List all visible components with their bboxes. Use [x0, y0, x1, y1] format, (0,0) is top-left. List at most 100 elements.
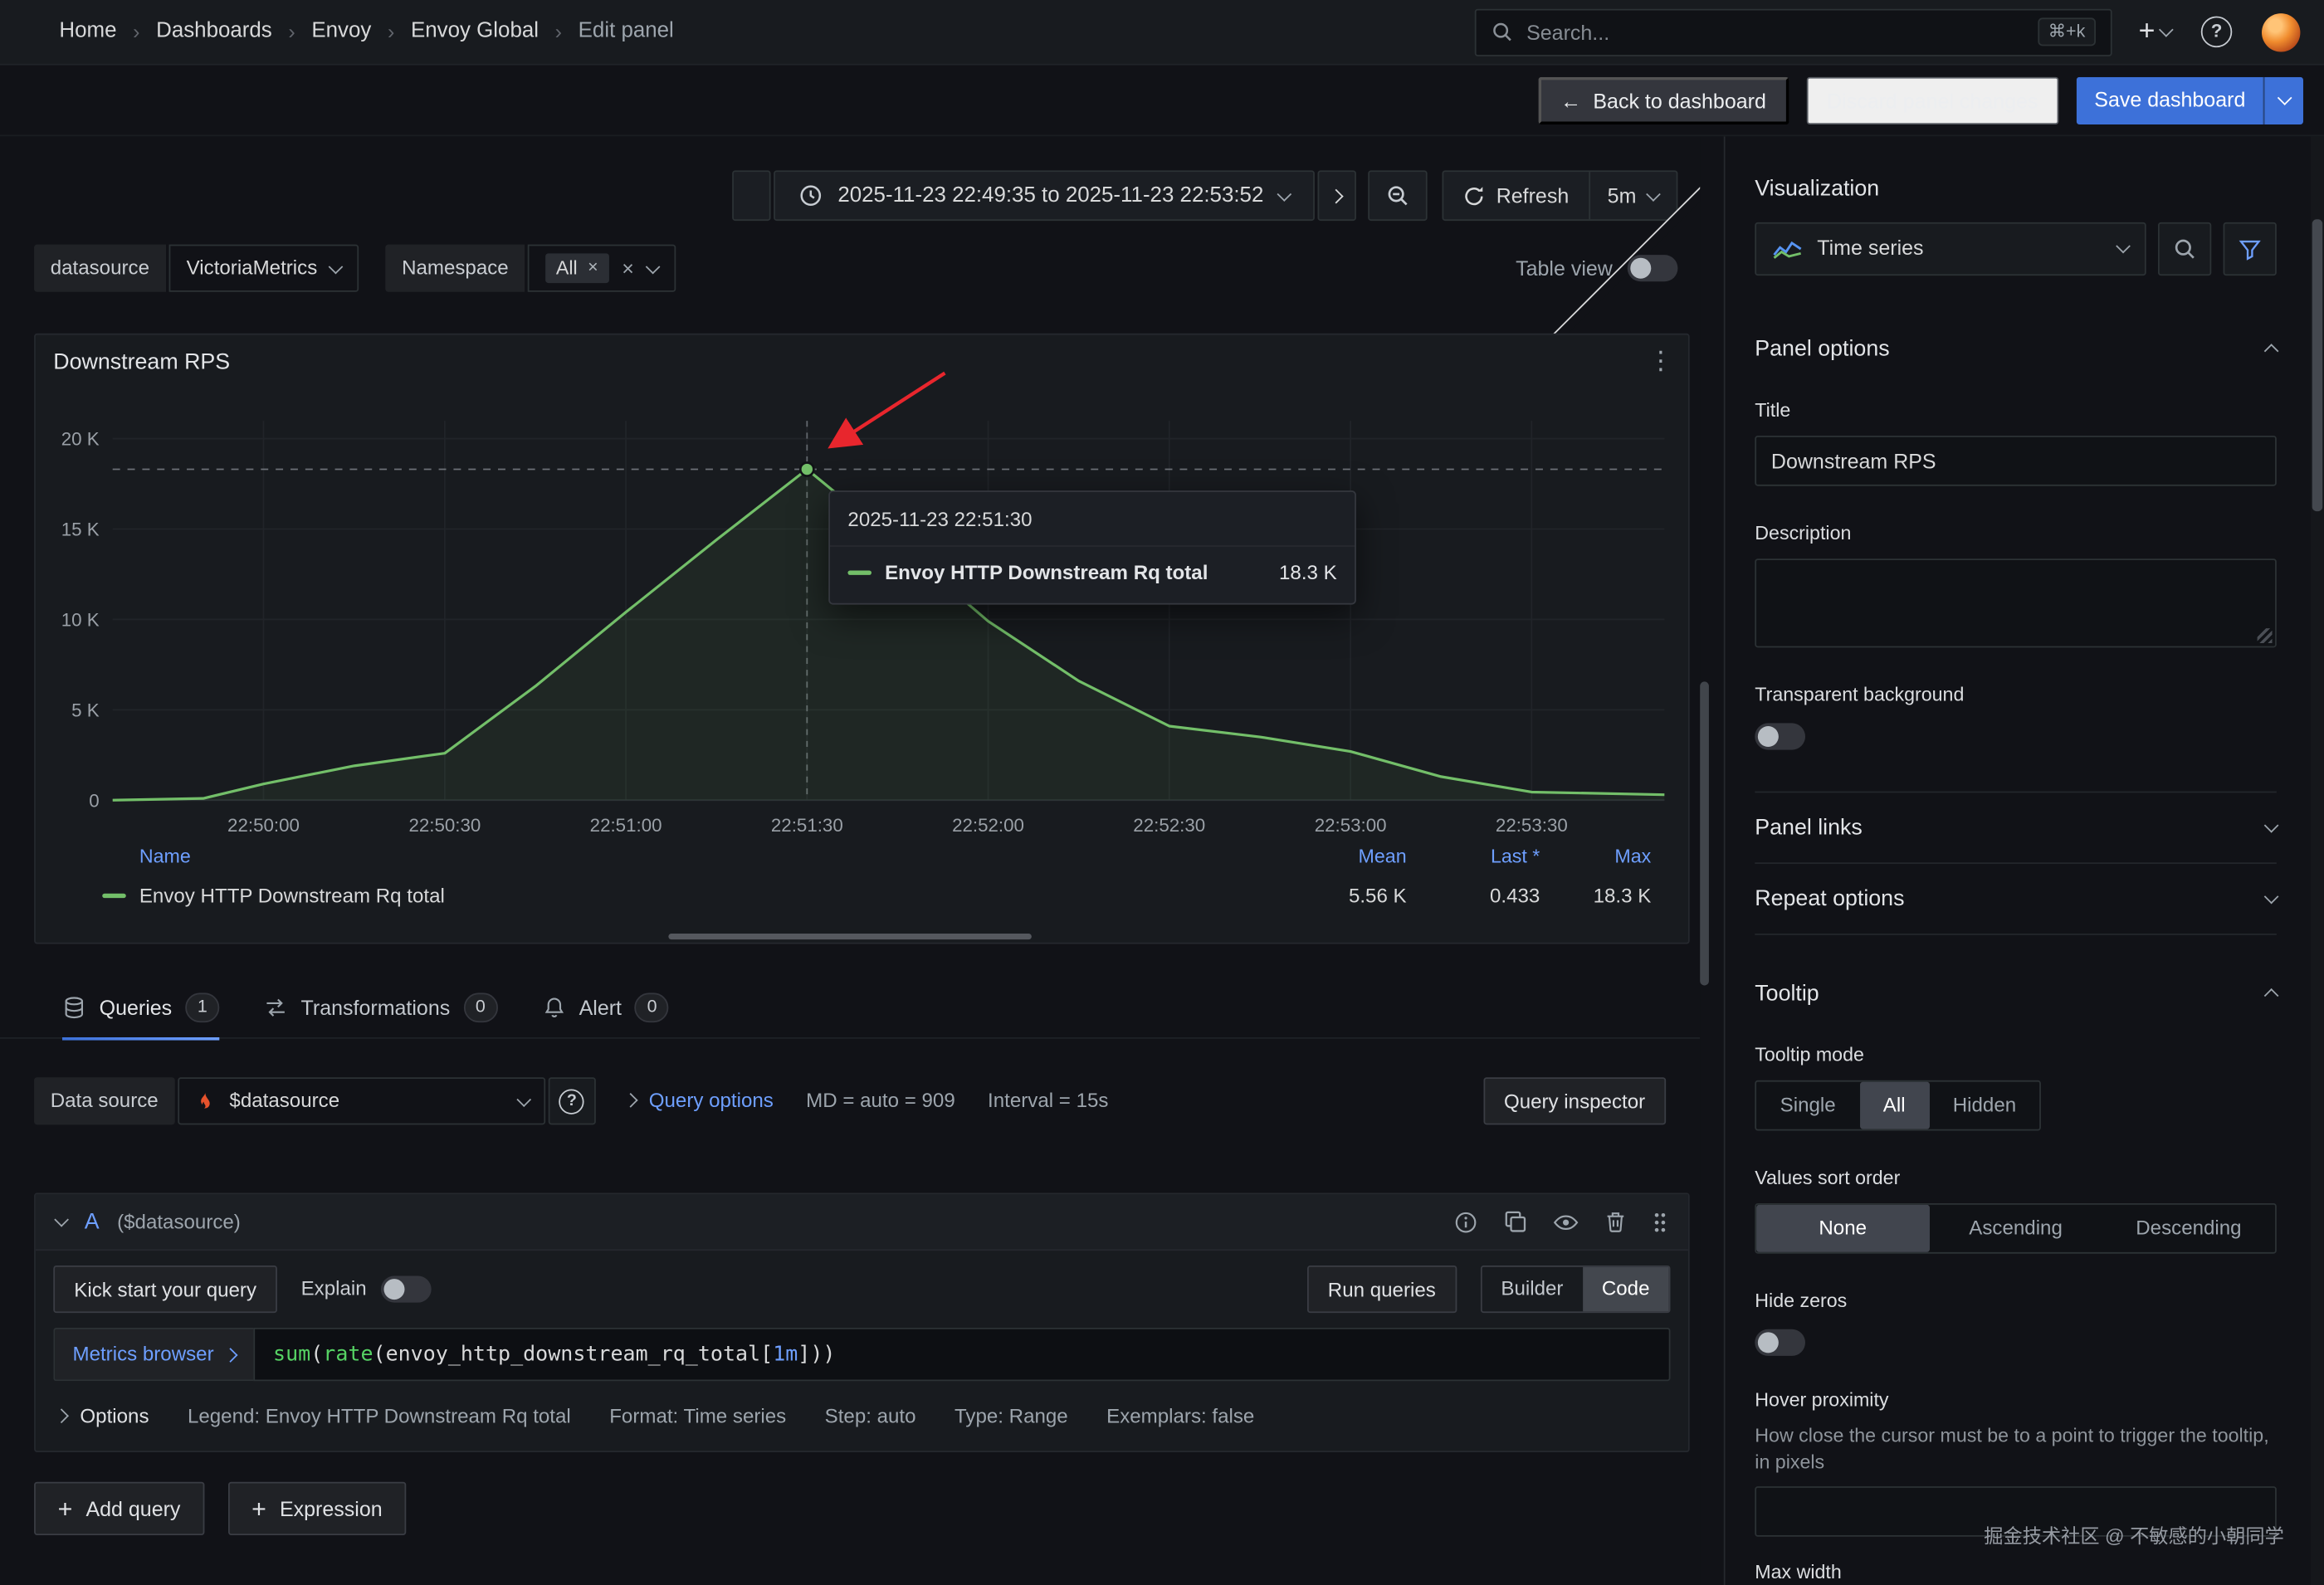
panel-title: Downstream RPS — [53, 349, 230, 378]
table-view-control: Table view — [1516, 255, 1677, 281]
tooltip-series-row: Envoy HTTP Downstream Rq total 18.3 K — [830, 546, 1355, 603]
drag-handle-icon[interactable] — [1653, 1210, 1667, 1234]
datasource-variable-value: VictoriaMetrics — [187, 256, 318, 281]
datasource-help-button[interactable]: ? — [548, 1077, 595, 1124]
table-view-toggle[interactable] — [1628, 255, 1678, 281]
sort-ascending[interactable]: Ascending — [1929, 1205, 2102, 1252]
tab-queries[interactable]: Queries 1 — [62, 978, 219, 1038]
clear-selection-icon[interactable]: × — [622, 255, 634, 281]
svg-text:10 K: 10 K — [61, 609, 100, 630]
tab-count-badge: 1 — [185, 992, 219, 1022]
query-inspector-button[interactable]: Query inspector — [1483, 1077, 1666, 1124]
sort-descending[interactable]: Descending — [2102, 1205, 2275, 1252]
zoom-out-button[interactable] — [1367, 170, 1426, 221]
hide-response-eye-icon[interactable] — [1553, 1213, 1578, 1231]
breadcrumb-home[interactable]: Home — [59, 18, 116, 46]
series-color-glyph[interactable] — [102, 894, 126, 899]
search-box[interactable]: ⌘+k — [1475, 8, 2112, 56]
kick-start-query-button[interactable]: Kick start your query — [53, 1266, 277, 1313]
help-button[interactable]: ? — [2201, 17, 2233, 47]
refresh-controls: Refresh 5m — [1442, 170, 1678, 221]
chevron-down-icon — [1646, 186, 1661, 201]
search-input[interactable] — [1526, 20, 2024, 44]
breadcrumb-dashboards[interactable]: Dashboards — [156, 18, 272, 46]
refresh-interval-dropdown[interactable]: 5m — [1588, 172, 1676, 219]
datasource-picker[interactable]: $datasource — [178, 1077, 545, 1124]
tab-label: Alert — [579, 994, 622, 1021]
interval-summary: Interval = 15s — [988, 1088, 1108, 1114]
time-range-forward-button[interactable] — [1317, 170, 1355, 221]
legend-header-name[interactable]: Name — [139, 845, 1273, 870]
legend-header-mean[interactable]: Mean — [1273, 845, 1407, 870]
save-dashboard-caret-button[interactable] — [2263, 76, 2303, 124]
resize-grip-icon[interactable] — [2258, 628, 2273, 643]
back-to-dashboard-button[interactable]: ← Back to dashboard — [1538, 76, 1788, 124]
duplicate-query-icon[interactable] — [1504, 1211, 1526, 1233]
promql-code-editor[interactable]: sum(rate(envoy_http_downstream_rq_total[… — [254, 1328, 1671, 1381]
panel-menu-icon[interactable]: ⋮ — [1648, 349, 1673, 373]
datasource-field-label: Data source — [34, 1077, 174, 1124]
nav-actions: + ? — [2139, 12, 2301, 51]
svg-text:22:51:30: 22:51:30 — [771, 815, 843, 836]
tab-alert[interactable]: Alert 0 — [542, 978, 669, 1038]
panel-header[interactable]: Downstream RPS — [36, 335, 1688, 392]
visualization-select[interactable]: Time series — [1755, 222, 2146, 275]
explain-toggle[interactable] — [382, 1275, 432, 1302]
add-query-button[interactable]: + Add query — [34, 1482, 204, 1535]
metrics-browser-button[interactable]: Metrics browser — [53, 1328, 254, 1381]
discard-panel-changes-button[interactable]: Discard panel changes — [1806, 76, 2058, 124]
filter-options-button[interactable] — [2224, 222, 2277, 275]
breadcrumb-envoy[interactable]: Envoy — [311, 18, 371, 46]
max-width-label: Max width — [1755, 1561, 2277, 1585]
query-options-toggle[interactable]: Query options — [625, 1088, 774, 1114]
breadcrumb-envoy-global[interactable]: Envoy Global — [411, 18, 539, 46]
promql-expression: sum(rate(envoy_http_downstream_rq_total[… — [273, 1341, 835, 1368]
query-row-header[interactable]: A ($datasource) — [36, 1194, 1688, 1251]
datasource-variable-select[interactable]: VictoriaMetrics — [168, 245, 359, 292]
tooltip-mode-all[interactable]: All — [1859, 1082, 1929, 1129]
namespace-selected-tag[interactable]: All × — [545, 253, 608, 284]
hide-zeros-toggle[interactable] — [1755, 1329, 1805, 1356]
new-button[interactable]: + — [2139, 17, 2171, 46]
add-expression-button[interactable]: + Expression — [228, 1482, 407, 1535]
legend-series-name[interactable]: Envoy HTTP Downstream Rq total — [139, 883, 445, 909]
remove-query-trash-icon[interactable] — [1605, 1211, 1626, 1233]
time-range-picker[interactable]: 2025-11-23 22:49:35 to 2025-11-23 22:53:… — [774, 170, 1315, 221]
namespace-variable-select[interactable]: All × × — [528, 245, 676, 292]
panel-options-section-header[interactable]: Panel options — [1755, 334, 2277, 363]
query-add-row: + Add query + Expression — [34, 1482, 406, 1535]
svg-text:22:50:00: 22:50:00 — [227, 815, 300, 836]
save-dashboard-button[interactable]: Save dashboard — [2077, 76, 2263, 124]
run-queries-button[interactable]: Run queries — [1307, 1266, 1457, 1313]
sidebar-scrollbar-thumb[interactable] — [2312, 219, 2323, 511]
remove-tag-icon[interactable]: × — [588, 256, 598, 280]
legend-last-value: 0.433 — [1407, 883, 1540, 909]
options-toggle[interactable]: Options — [56, 1403, 149, 1429]
pane-scrollbar[interactable] — [1700, 681, 1709, 985]
panel-description-textarea[interactable] — [1755, 558, 2277, 647]
user-avatar[interactable] — [2262, 12, 2300, 51]
code-mode-option[interactable]: Code — [1583, 1267, 1669, 1312]
builder-mode-option[interactable]: Builder — [1482, 1267, 1582, 1312]
panel-title-input[interactable] — [1755, 436, 2277, 486]
query-help-icon[interactable] — [1454, 1210, 1478, 1234]
legend-header-last[interactable]: Last * — [1407, 845, 1540, 870]
time-range-back-button[interactable] — [733, 170, 771, 221]
legend-header-max[interactable]: Max — [1540, 845, 1651, 870]
repeat-options-section[interactable]: Repeat options — [1755, 862, 2277, 934]
collapse-query-icon[interactable] — [54, 1212, 69, 1227]
sort-none[interactable]: None — [1756, 1205, 1929, 1252]
tooltip-mode-single[interactable]: Single — [1756, 1082, 1859, 1129]
format-option-summary: Format: Time series — [609, 1403, 786, 1429]
panel-links-section[interactable]: Panel links — [1755, 791, 2277, 862]
panel-horizontal-scrollbar[interactable] — [668, 934, 1031, 939]
search-visualization-button[interactable] — [2158, 222, 2211, 275]
tooltip-mode-hidden[interactable]: Hidden — [1929, 1082, 2040, 1129]
transparent-background-toggle[interactable] — [1755, 723, 1805, 749]
query-ref-id[interactable]: A — [85, 1207, 100, 1236]
tooltip-section-header[interactable]: Tooltip — [1755, 979, 2277, 1008]
tab-transformations[interactable]: Transformations 0 — [264, 978, 497, 1038]
refresh-button[interactable]: Refresh — [1443, 182, 1588, 208]
transform-icon — [264, 996, 288, 1020]
time-range-label: 2025-11-23 22:49:35 to 2025-11-23 22:53:… — [837, 183, 1263, 207]
